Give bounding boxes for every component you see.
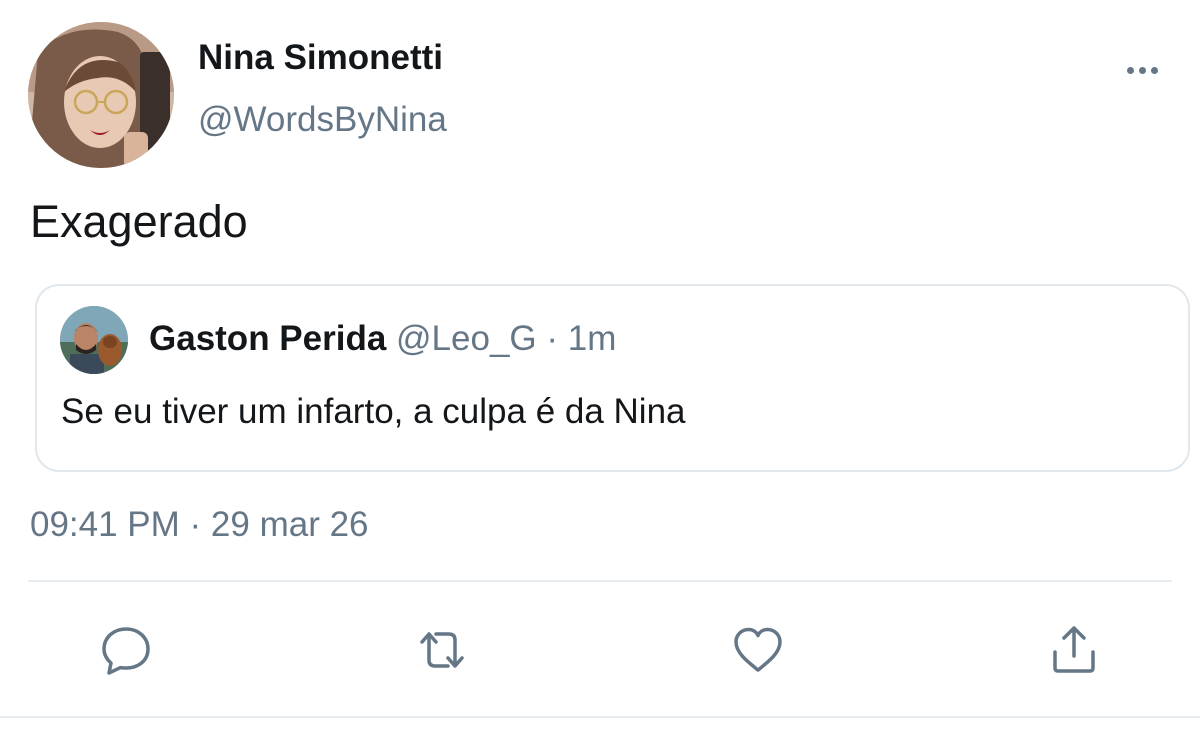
author-avatar[interactable] [28, 22, 174, 168]
quoted-separator: · [546, 319, 559, 358]
heart-icon [734, 627, 782, 672]
more-horizontal-icon-dot [1138, 66, 1146, 74]
like-button[interactable] [728, 620, 788, 680]
divider [28, 580, 1172, 582]
quoted-author-display-name: Gaston Perida [149, 319, 387, 358]
tweet-text: Exagerado [30, 196, 248, 247]
share-icon [1053, 626, 1095, 673]
retweet-button[interactable] [412, 620, 472, 680]
quoted-tweet-header: Gaston Perida @Leo_G · 1m [149, 318, 616, 360]
share-button[interactable] [1044, 620, 1104, 680]
author-avatar-image [28, 22, 174, 168]
quoted-tweet-card[interactable]: Gaston Perida @Leo_G · 1m Se eu tiver um… [35, 284, 1190, 472]
more-horizontal-icon-dot [1150, 66, 1158, 74]
quoted-author-avatar[interactable] [60, 306, 128, 374]
more-options-button[interactable] [1118, 56, 1166, 84]
reply-icon [102, 627, 150, 675]
quoted-author-handle: @Leo_G [396, 319, 537, 358]
tweet-timestamp[interactable]: 09:41 PM · 29 mar 26 [30, 504, 369, 546]
quoted-tweet-text: Se eu tiver um infarto, a culpa é da Nin… [61, 392, 686, 431]
author-display-name[interactable]: Nina Simonetti [198, 38, 443, 78]
more-horizontal-icon [1126, 66, 1134, 74]
author-handle[interactable]: @WordsByNina [198, 100, 447, 140]
bottom-divider [0, 716, 1200, 718]
quoted-author-avatar-image [60, 306, 128, 374]
retweet-icon [420, 632, 464, 668]
reply-button[interactable] [96, 620, 156, 680]
quoted-time: 1m [567, 319, 617, 358]
